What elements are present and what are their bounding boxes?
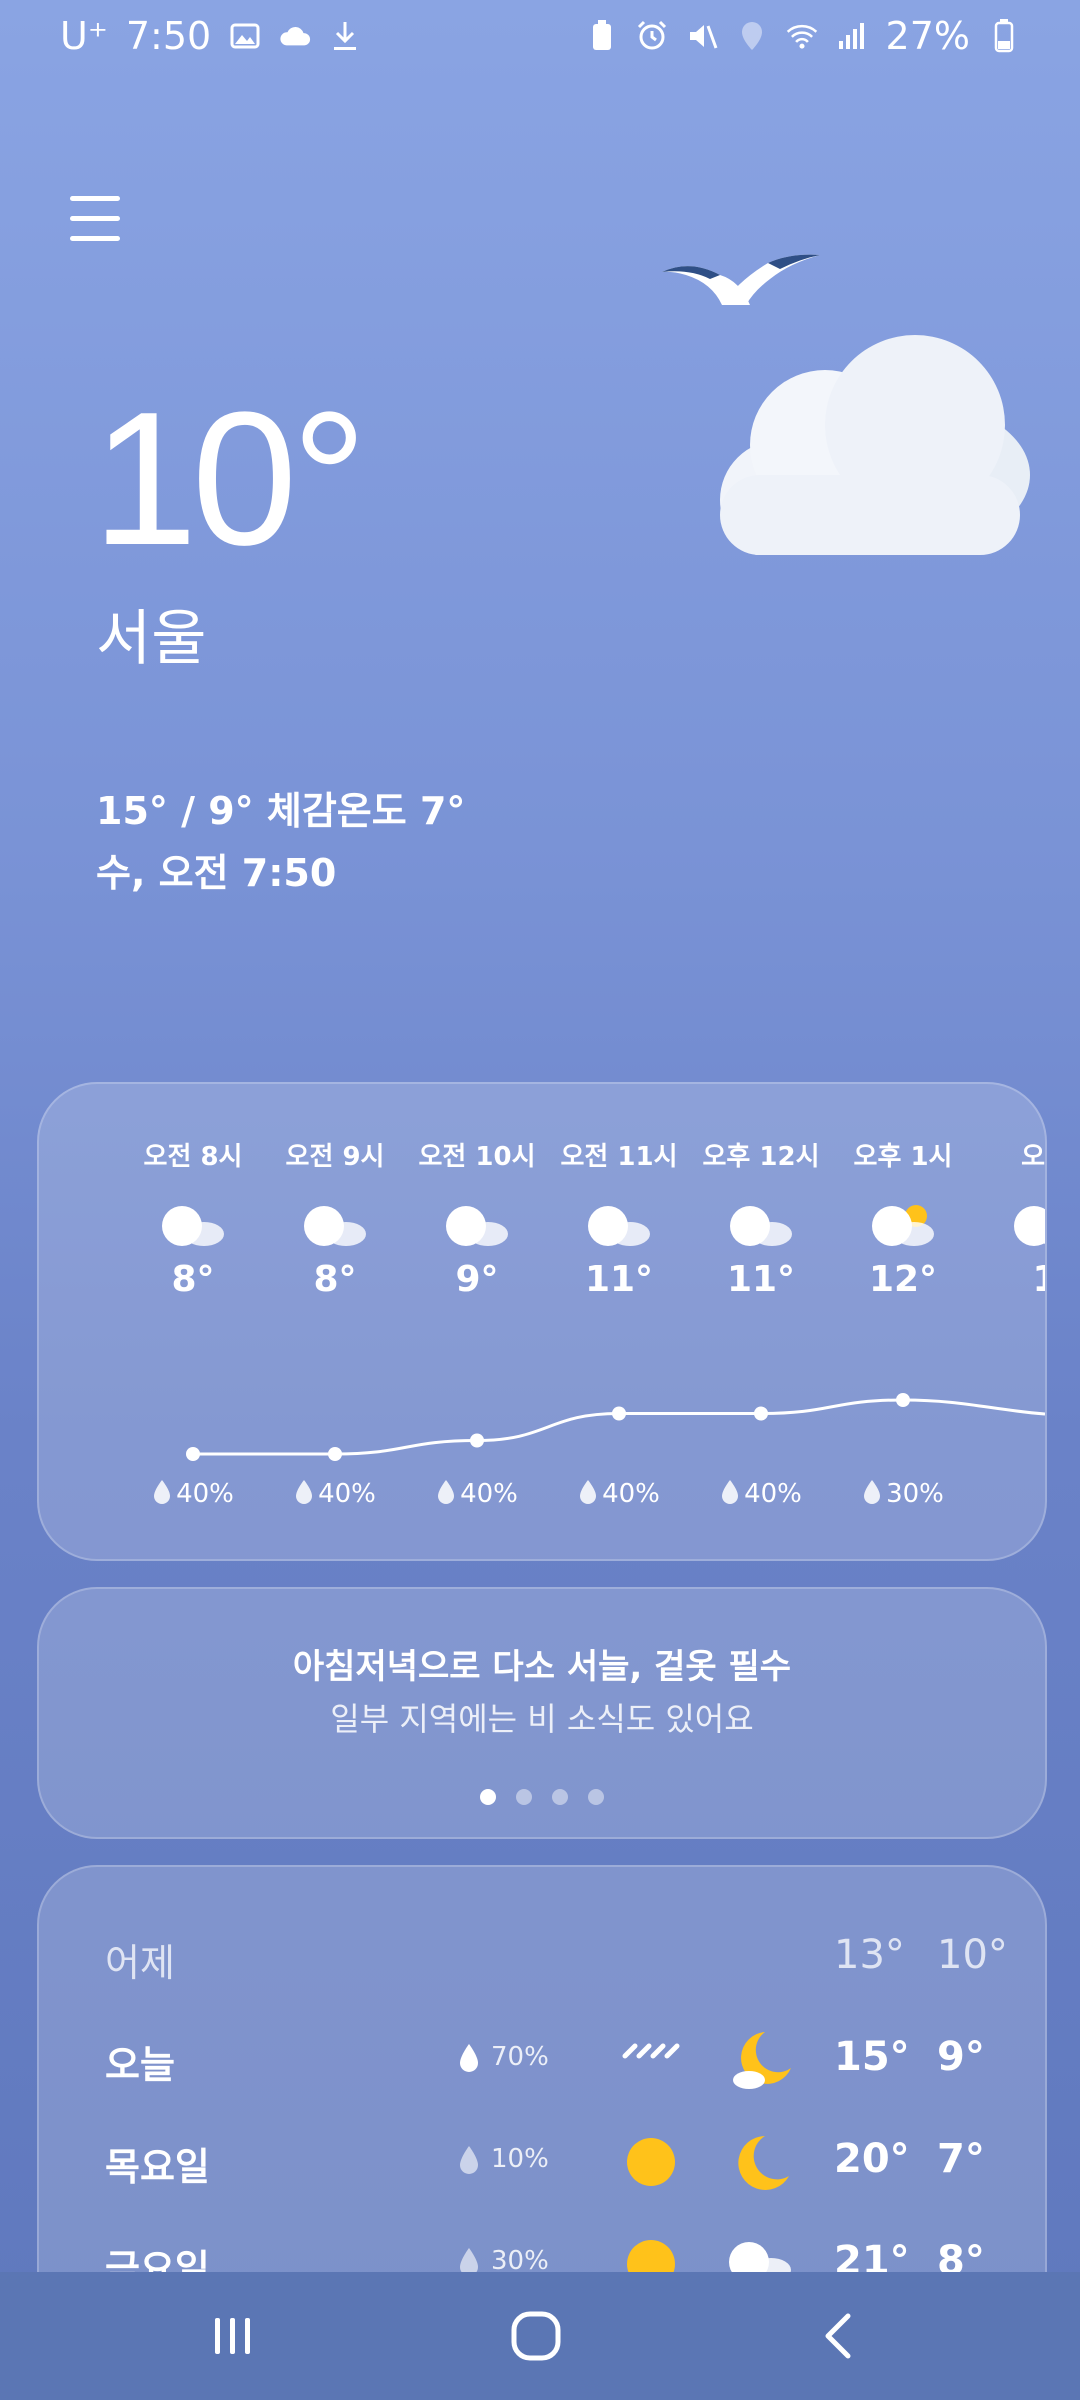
back-icon[interactable] [812,2308,868,2364]
recent-apps-icon[interactable] [205,2308,261,2364]
city-name: 서울 [96,604,207,674]
wifi-icon [786,20,818,52]
page-dot[interactable] [516,1789,532,1805]
tip-subtitle: 일부 지역에는 비 소식도 있어요 [330,1700,754,1738]
rain-icon [622,2043,680,2059]
day-label: 목요일 [105,2145,210,2189]
current-datetime: 수, 오전 7:50 [96,851,337,895]
moon-cloud-icon [733,2032,791,2089]
temperature-point [186,1447,200,1461]
hourly-forecast-card[interactable]: 오전 8시 8° 40% 오전 9시 8° 40% 오전 10시 9° 40% 오전 11시 11°… [37,1082,1047,1561]
menu-button[interactable] [70,196,120,242]
precip-chance: 10% [491,2144,549,2174]
daily-forecast-card[interactable]: 어제 13° 10° 오늘 70% 15° 9° 목요일 10% 20° 7° … [37,1865,1047,2289]
temperature-point [470,1433,484,1448]
day-label: 오늘 [105,2043,175,2087]
daily-row-yesterday[interactable]: 어제 13° 10° [39,1922,1045,2002]
home-icon[interactable] [508,2308,564,2364]
high-temp: 13° [834,1932,905,1978]
temperature-point [612,1406,626,1421]
mute-icon [686,20,718,52]
tip-title: 아침저녁으로 다소 서늘, 겉옷 필수 [292,1647,792,1687]
precip-chance: 70% [491,2042,549,2072]
download-icon [329,20,361,52]
alarm-icon [636,20,668,52]
battery-saver-icon [586,20,618,52]
droplet-icon [460,2146,478,2174]
page-indicator [39,1789,1045,1805]
temperature-point [896,1393,910,1407]
carrier-label: U⁺ [60,14,108,58]
current-temperature: 10° [92,373,367,585]
battery-icon [988,19,1020,53]
droplet-icon [460,2044,478,2072]
signal-icon [836,20,868,52]
status-bar: U⁺ 7:50 27% [0,0,1080,76]
low-temp: 9° [937,2034,985,2080]
clock: 7:50 [125,14,212,58]
gallery-icon [229,20,261,52]
temp-range: 15° / 9° 체감온도 7° [96,789,466,833]
cloud-status-icon [279,20,311,52]
temperature-point [754,1406,768,1421]
low-temp: 7° [937,2136,985,2182]
location-icon [736,20,768,52]
page-dot[interactable] [480,1789,496,1805]
page-dot[interactable] [552,1789,568,1805]
temperature-point [328,1447,342,1461]
weather-tip-card[interactable]: 아침저녁으로 다소 서늘, 겉옷 필수 일부 지역에는 비 소식도 있어요 [37,1587,1047,1839]
low-temp: 10° [937,1932,1008,1978]
navigation-bar [0,2272,1080,2400]
page-dot[interactable] [588,1789,604,1805]
temperature-curve [186,1393,1045,1461]
daily-row-today[interactable]: 오늘 70% 15° 9° [39,2024,1045,2104]
high-temp: 20° [834,2136,910,2182]
moon-icon [738,2136,789,2190]
cloud-illustration-icon [662,254,1030,555]
battery-percent: 27% [885,14,970,58]
high-temp: 15° [834,2034,910,2080]
day-label: 어제 [105,1941,175,1985]
daily-row-thursday[interactable]: 목요일 10% 20° 7° [39,2126,1045,2206]
sun-icon [627,2138,675,2186]
